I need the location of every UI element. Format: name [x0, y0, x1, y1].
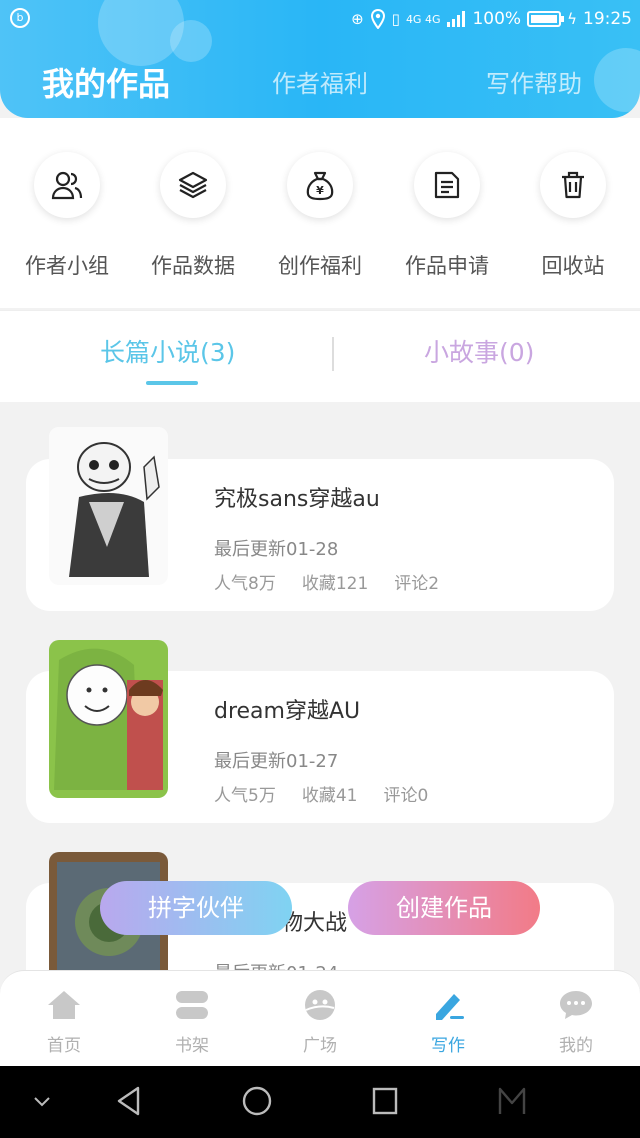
work-favorites: 收藏121 — [301, 574, 369, 594]
nav-home[interactable]: 首页 — [0, 985, 128, 1056]
pen-icon — [436, 994, 464, 1020]
recent-apps-icon[interactable] — [370, 1084, 400, 1118]
chevron-down-icon[interactable] — [30, 1094, 54, 1110]
bookshelf-icon — [176, 991, 208, 1019]
nav-write[interactable]: 写作 — [384, 985, 512, 1056]
nav-label: 广场 — [303, 1036, 337, 1056]
active-tab-indicator — [146, 381, 198, 385]
tab-author-benefits[interactable]: 作者福利 — [272, 60, 368, 108]
quick-actions: 作者小组 作品数据 ¥ 创作福利 作品申请 回收站 — [0, 118, 640, 308]
battery-icon — [527, 11, 565, 27]
work-comments: 评论0 — [383, 786, 429, 806]
trash-icon — [562, 171, 584, 199]
work-popularity: 人气5万 — [214, 786, 276, 806]
divider — [332, 337, 334, 371]
tab-my-works[interactable]: 我的作品 — [42, 60, 170, 108]
quick-action-label: 创作福利 — [278, 254, 362, 278]
quick-action-label: 作者小组 — [25, 254, 109, 278]
bottom-nav: 首页 书架 广场 写作 我的 — [0, 970, 640, 1066]
status-bar: b ⊕ ▯ 4G 4G 100% ϟ 19:25 — [0, 0, 640, 38]
quick-action-creation-benefits[interactable]: ¥ 创作福利 — [255, 148, 385, 280]
charging-icon: ϟ — [567, 10, 577, 28]
svg-text:¥: ¥ — [316, 184, 324, 197]
system-nav-bar — [0, 1066, 640, 1138]
quick-action-author-group[interactable]: 作者小组 — [2, 148, 132, 280]
nav-label: 首页 — [47, 1036, 81, 1056]
quick-action-work-data[interactable]: 作品数据 — [128, 148, 258, 280]
work-updated: 最后更新01-27 — [214, 751, 339, 772]
category-tabs: 长篇小说(3) 小故事(0) — [0, 310, 640, 402]
create-work-button[interactable]: 创建作品 — [348, 881, 540, 935]
nav-me[interactable]: 我的 — [512, 985, 640, 1056]
work-stats: 人气8万 收藏121 评论2 — [214, 569, 465, 594]
network-indicator: 4G 4G — [405, 12, 441, 26]
work-comments: 评论2 — [394, 574, 440, 594]
tab-novels[interactable]: 长篇小说(3) — [100, 333, 235, 369]
header-tabs: 我的作品 作者福利 写作帮助 — [0, 60, 640, 108]
tab-writing-help[interactable]: 写作帮助 — [486, 60, 582, 108]
money-bag-icon: ¥ — [306, 171, 334, 201]
app-header: b ⊕ ▯ 4G 4G 100% ϟ 19:25 我的作品 作者福利 写作帮助 — [0, 0, 640, 118]
menu-m-icon[interactable] — [496, 1084, 528, 1118]
tab-short-stories[interactable]: 小故事(0) — [424, 333, 534, 369]
nav-square[interactable]: 广场 — [256, 985, 384, 1056]
vibrate-icon: ▯ — [391, 10, 400, 28]
square-icon — [305, 990, 335, 1020]
document-icon — [434, 171, 460, 199]
partner-button[interactable]: 拼字伙伴 — [100, 881, 292, 935]
battery-percent: 100% — [472, 9, 522, 29]
signal-icon — [447, 11, 466, 27]
group-icon — [51, 171, 83, 200]
quick-action-label: 作品数据 — [151, 254, 235, 278]
work-updated: 最后更新01-28 — [214, 539, 339, 560]
work-title: 究极sans穿越au — [214, 487, 380, 512]
quick-action-work-application[interactable]: 作品申请 — [382, 148, 512, 280]
layers-icon — [178, 171, 208, 199]
nav-label: 书架 — [175, 1036, 209, 1056]
home-icon — [48, 991, 80, 1019]
quick-action-recycle-bin[interactable]: 回收站 — [508, 148, 638, 280]
work-stats: 人气5万 收藏41 评论0 — [214, 781, 454, 806]
plus-circle-icon: ⊕ — [351, 10, 364, 28]
nav-label: 我的 — [559, 1036, 593, 1056]
nav-bookshelf[interactable]: 书架 — [128, 985, 256, 1056]
nav-label: 写作 — [431, 1036, 465, 1056]
home-circle-icon[interactable] — [240, 1084, 274, 1118]
work-cover-image[interactable] — [49, 427, 168, 585]
quick-action-label: 作品申请 — [405, 254, 489, 278]
work-popularity: 人气8万 — [214, 574, 276, 594]
clock: 19:25 — [583, 9, 632, 29]
quick-action-label: 回收站 — [541, 254, 605, 278]
back-icon[interactable] — [114, 1084, 144, 1118]
app-notification-icon: b — [10, 8, 30, 28]
work-title: dream穿越AU — [214, 699, 361, 724]
work-cover-image[interactable] — [49, 640, 168, 798]
chat-bubble-icon — [560, 991, 592, 1019]
work-favorites: 收藏41 — [301, 786, 358, 806]
location-icon — [370, 9, 385, 29]
